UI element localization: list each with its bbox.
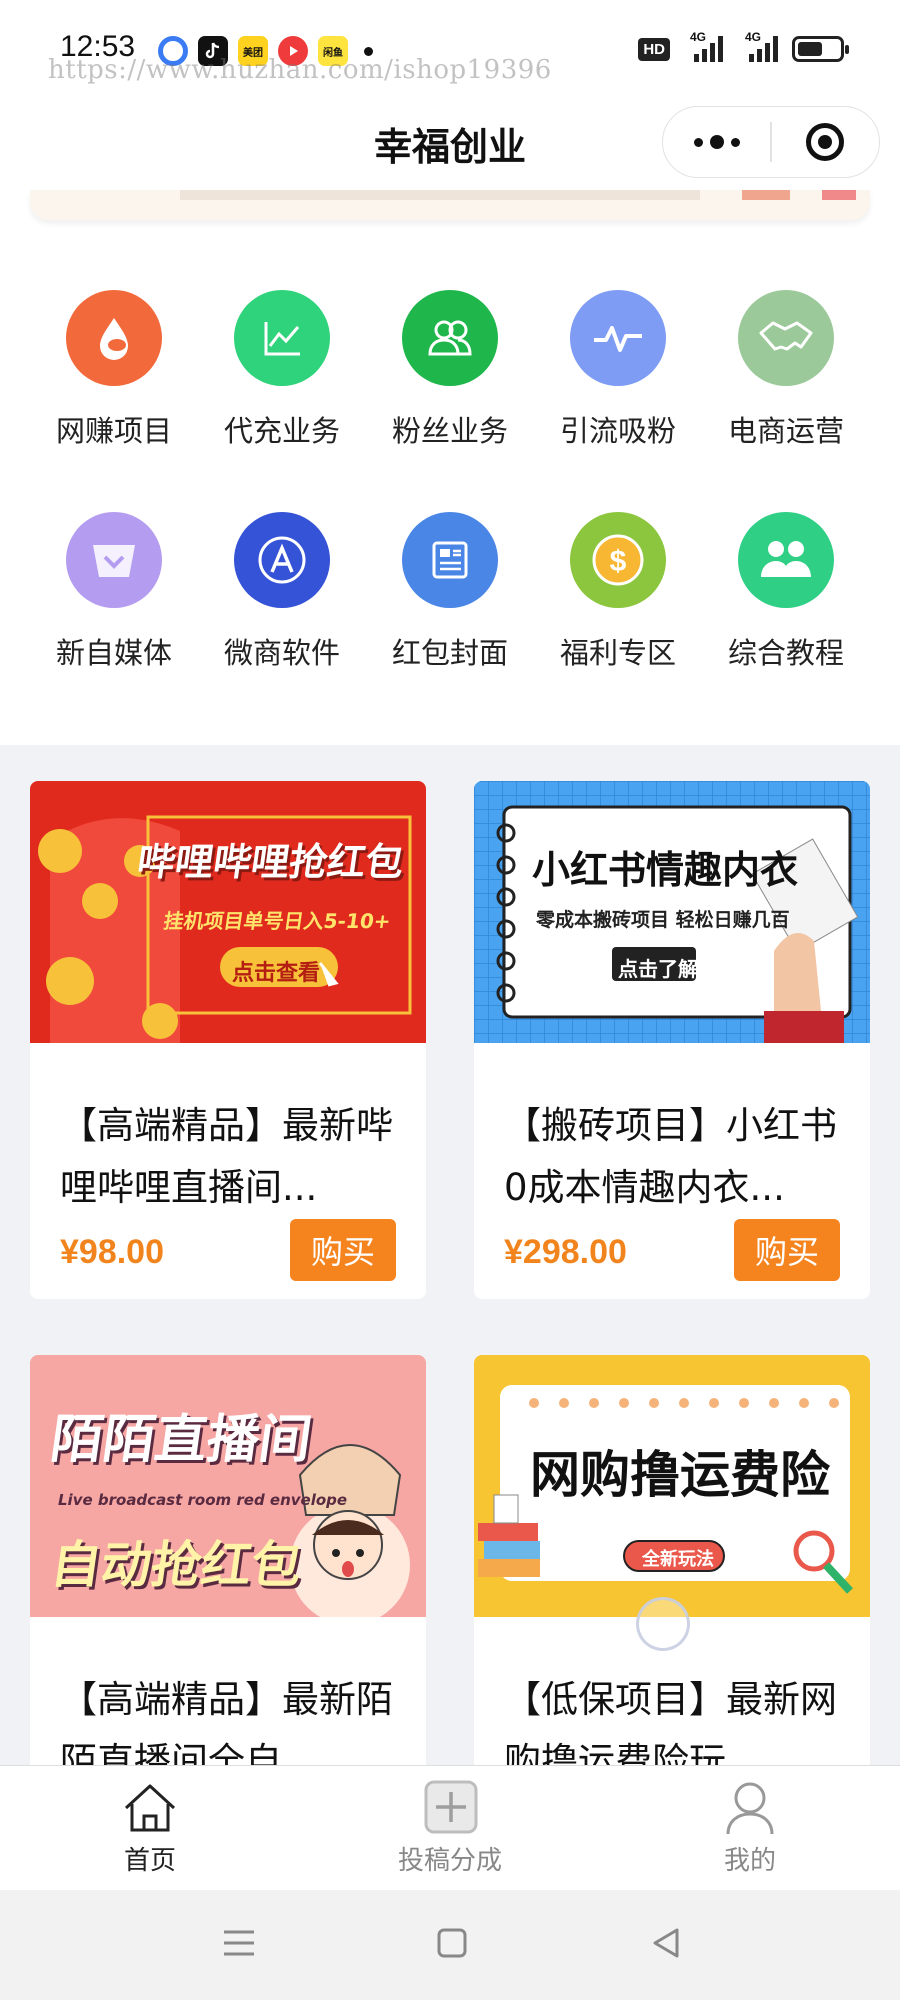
banner-carousel[interactable] [30,190,870,220]
poster-cta: 自动抢红包 [47,1536,306,1594]
target-icon [806,123,845,161]
poster-headline: 哔哩哔哩抢红包 [134,840,407,884]
product-poster: 小红书情趣内衣 零成本搬砖项目 轻松日赚几百 点击了解 [474,781,870,1043]
category-label: 代充业务 [223,414,340,448]
product-title: 【高端精品】最新哔哩哔哩直播间... [60,1104,393,1209]
poster-cta: 全新玩法 [642,1549,714,1570]
poster-cta: 点击了解 [618,957,698,981]
signal-icon: 4G [745,30,778,62]
poster-headline: 网购撸运费险 [530,1446,830,1504]
dollar-coin-icon: $ [570,512,666,608]
hd-badge: HD [638,37,670,61]
category-label: 综合教程 [727,636,844,670]
product-list: 哔哩哔哩抢红包 挂机项目单号日入5-10+ 点击查看 【高端精品】最新哔哩哔哩直… [0,745,900,1793]
product-price: ¥98.00 [60,1233,164,1271]
close-miniprogram-button[interactable] [772,107,879,177]
product-poster: 哔哩哔哩抢红包 挂机项目单号日入5-10+ 点击查看 [30,781,426,1043]
category-hongbao[interactable]: 红包封面 [366,512,534,672]
buy-button[interactable]: 购买 [290,1219,396,1281]
tab-mine[interactable]: 我的 [600,1766,900,1890]
category-label: 电商运营 [727,414,844,448]
users-icon [402,290,498,386]
menu-icon[interactable] [222,1926,256,1960]
category-dianshang[interactable]: 电商运营 [702,290,870,450]
status-bar: 12:53 美团 闲鱼 https://www.huzhan.com/ishop… [0,0,900,100]
poster-subtitle: 零成本搬砖项目 轻松日赚几百 [536,909,790,931]
category-grid: 网赚项目 代充业务 粉丝业务 引流吸粉 电商运营 新自媒体 微商软件 红包封面 … [30,290,870,672]
product-card[interactable]: 小红书情趣内衣 零成本搬砖项目 轻松日赚几百 点击了解 【搬砖项目】小红书0成本… [474,781,870,1299]
tab-label: 投稿分成 [397,1846,502,1876]
tab-submit[interactable]: 投稿分成 [300,1766,600,1890]
category-zimeiti[interactable]: 新自媒体 [30,512,198,672]
category-label: 微商软件 [223,636,340,670]
category-yinliu[interactable]: 引流吸粉 [534,290,702,450]
product-poster: 陌陌直播间 Live broadcast room red envelope 自… [30,1355,426,1617]
product-card[interactable]: 哔哩哔哩抢红包 挂机项目单号日入5-10+ 点击查看 【高端精品】最新哔哩哔哩直… [30,781,426,1299]
tab-home[interactable]: 首页 [0,1766,300,1890]
battery-icon [792,36,849,62]
category-fuli[interactable]: $ 福利专区 [534,512,702,672]
home-square-icon[interactable] [436,1926,468,1960]
buy-button[interactable]: 购买 [734,1219,840,1281]
poster-cta: 点击查看 [232,961,321,986]
category-jiaocheng[interactable]: 综合教程 [702,512,870,672]
line-chart-icon [234,290,330,386]
tab-label: 我的 [723,1846,776,1876]
product-title: 【搬砖项目】小红书0成本情趣内衣... [504,1104,837,1209]
product-price: ¥298.00 [504,1233,627,1271]
miniprogram-capsule [662,106,880,178]
add-square-icon [424,1780,478,1834]
group-icon [738,512,834,608]
drop-icon [66,290,162,386]
category-weishang[interactable]: 微商软件 [198,512,366,672]
category-fensi[interactable]: 粉丝业务 [366,290,534,450]
product-card[interactable]: 陌陌直播间 Live broadcast room red envelope 自… [30,1355,426,1793]
app-store-icon [234,512,330,608]
bottom-tab-bar: 首页 投稿分成 我的 [0,1765,900,1890]
back-icon[interactable] [650,1926,682,1960]
category-daichong[interactable]: 代充业务 [198,290,366,450]
category-label: 粉丝业务 [391,414,508,448]
pulse-icon [570,290,666,386]
tab-label: 首页 [123,1846,176,1876]
category-label: 引流吸粉 [559,414,676,448]
svg-text:$: $ [610,545,627,578]
category-label: 新自媒体 [55,636,172,670]
user-icon [726,1782,774,1835]
more-menu-button[interactable] [663,107,770,177]
product-poster: 网购撸运费险 全新玩法 [474,1355,870,1617]
category-wangzhuan[interactable]: 网赚项目 [30,290,198,450]
system-navigation-bar [0,1890,900,2000]
poster-subtitle: 挂机项目单号日入5-10+ [162,909,393,933]
category-label: 福利专区 [559,636,676,670]
poster-subtitle: Live broadcast room red envelope [58,1491,348,1509]
heart-badge-icon [66,512,162,608]
status-indicators: HD 4G 4G [638,30,849,62]
loading-indicator [636,1597,690,1651]
poster-headline: 陌陌直播间 [47,1410,316,1470]
category-label: 网赚项目 [55,414,172,448]
handshake-icon [738,290,834,386]
poster-headline: 小红书情趣内衣 [532,848,799,892]
watermark-url: https://www.huzhan.com/ishop19396 [48,55,552,85]
product-card[interactable]: 网购撸运费险 全新玩法 【低保项目】最新网购撸运费险玩 [474,1355,870,1793]
news-icon [402,512,498,608]
signal-icon: 4G [690,30,723,62]
home-icon [124,1784,176,1832]
category-label: 红包封面 [391,636,508,670]
